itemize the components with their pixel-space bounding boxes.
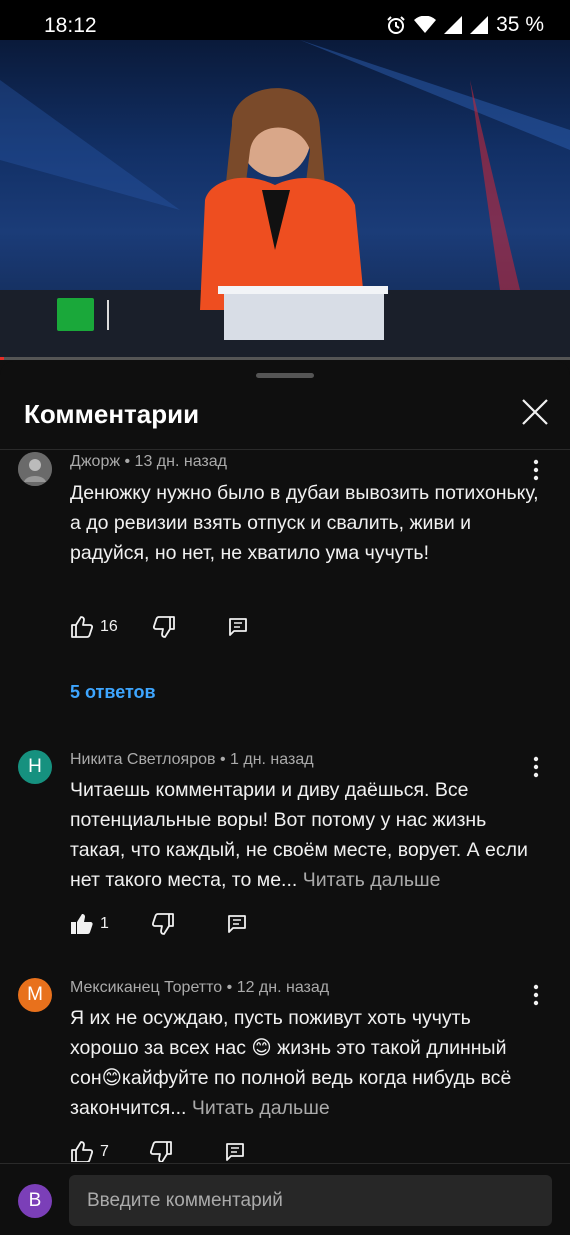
dislike-button[interactable] xyxy=(151,913,175,935)
like-count: 1 xyxy=(100,915,109,932)
comment-actions: 7 xyxy=(70,1139,245,1162)
reply-button[interactable] xyxy=(227,914,247,934)
channel-logo xyxy=(57,298,109,331)
comment-meta: Никита Светлояров • 1 дн. назад xyxy=(70,751,314,769)
close-icon xyxy=(522,399,548,425)
comment-body: Читаешь комментарии и диву даёшься. Все … xyxy=(70,775,540,895)
avatar[interactable]: Н xyxy=(18,750,52,784)
close-button[interactable] xyxy=(520,397,550,427)
comment-age: 1 дн. назад xyxy=(230,751,314,768)
reply-button[interactable] xyxy=(225,1142,245,1162)
meta-separator: • xyxy=(124,453,135,470)
thumb-down-icon xyxy=(151,913,174,935)
comment-author[interactable]: Мексиканец Торетто xyxy=(70,979,222,996)
like-button[interactable]: 1 xyxy=(70,913,109,935)
read-more-link[interactable]: Читать дальше xyxy=(303,869,441,891)
thumb-up-icon xyxy=(71,1141,94,1162)
comment-input-bar: В xyxy=(0,1163,570,1235)
alarm-icon xyxy=(386,15,406,35)
dislike-button[interactable] xyxy=(149,1141,173,1162)
video-progress-fill xyxy=(0,357,4,360)
comment-author[interactable]: Никита Светлояров xyxy=(70,751,216,768)
avatar[interactable] xyxy=(18,452,52,486)
wifi-icon xyxy=(414,16,437,34)
thumb-up-icon xyxy=(71,616,94,638)
meta-separator: • xyxy=(226,979,237,996)
avatar[interactable]: М xyxy=(18,978,52,1012)
comment-icon xyxy=(228,618,247,636)
user-avatar[interactable]: В xyxy=(18,1184,52,1218)
signal-icon xyxy=(444,16,463,34)
thumb-down-icon xyxy=(149,1141,172,1162)
like-button[interactable]: 16 xyxy=(70,616,118,638)
comment-input[interactable] xyxy=(69,1175,552,1226)
thumb-down-icon xyxy=(152,616,175,638)
comment-age: 13 дн. назад xyxy=(134,453,227,470)
comment-age: 12 дн. назад xyxy=(236,979,330,996)
battery-text: 35 % xyxy=(496,13,544,36)
comment-icon xyxy=(228,915,246,933)
drag-handle[interactable] xyxy=(256,373,314,378)
comment-meta: Мексиканец Торетто • 12 дн. назад xyxy=(70,979,329,997)
read-more-link[interactable]: Читать дальше xyxy=(192,1097,330,1119)
comment-text: Читаешь комментарии и диву даёшься. Все … xyxy=(70,779,528,891)
comment-actions: 16 xyxy=(70,614,248,640)
comments-list: Джорж • 13 дн. назад Денюжку нужно было … xyxy=(0,450,570,1162)
comment-meta: Джорж • 13 дн. назад xyxy=(70,453,227,471)
status-icons: 35 % xyxy=(386,13,544,37)
dislike-button[interactable] xyxy=(152,616,176,638)
replies-link[interactable]: 5 ответов xyxy=(70,682,156,703)
avatar-image-icon xyxy=(18,452,52,486)
video-player[interactable] xyxy=(0,40,570,360)
comment-actions: 1 xyxy=(70,911,247,937)
comment-author[interactable]: Джорж xyxy=(70,453,120,470)
meta-separator: • xyxy=(219,751,231,768)
comment-text: Денюжку нужно было в дубаи вывозить поти… xyxy=(70,482,539,564)
like-button[interactable]: 7 xyxy=(70,1141,109,1162)
comments-title: Комментарии xyxy=(24,399,200,429)
video-progress-bar[interactable] xyxy=(0,357,570,360)
status-time: 18:12 xyxy=(44,14,97,37)
signal-icon-2 xyxy=(470,16,489,34)
reply-button[interactable] xyxy=(228,617,248,637)
comment-icon xyxy=(226,1143,244,1161)
like-count: 16 xyxy=(100,618,118,635)
thumb-up-filled-icon xyxy=(71,914,93,934)
comment-body: Я их не осуждаю, пусть поживут хоть чучу… xyxy=(70,1003,540,1123)
like-count: 7 xyxy=(100,1143,109,1160)
comments-sheet: Комментарии Джорж • 13 дн. назад Денюжку… xyxy=(0,361,570,1235)
